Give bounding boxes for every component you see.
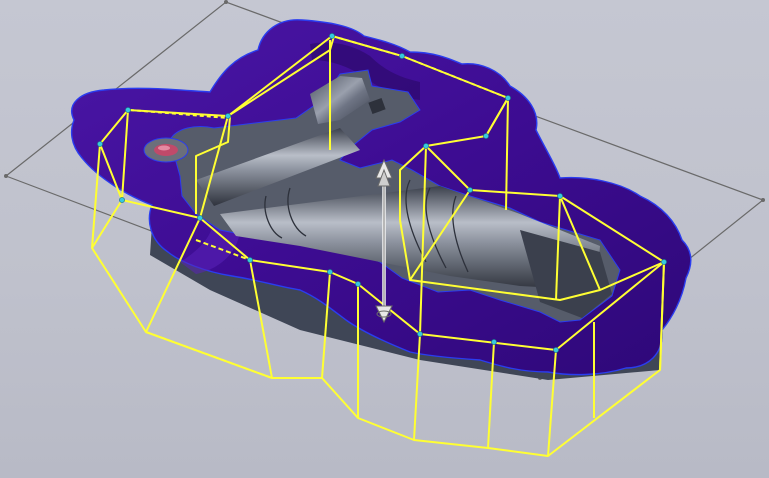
cad-viewport[interactable]: [0, 0, 769, 478]
port-hole[interactable]: [143, 137, 189, 163]
model-scene[interactable]: [0, 0, 769, 478]
